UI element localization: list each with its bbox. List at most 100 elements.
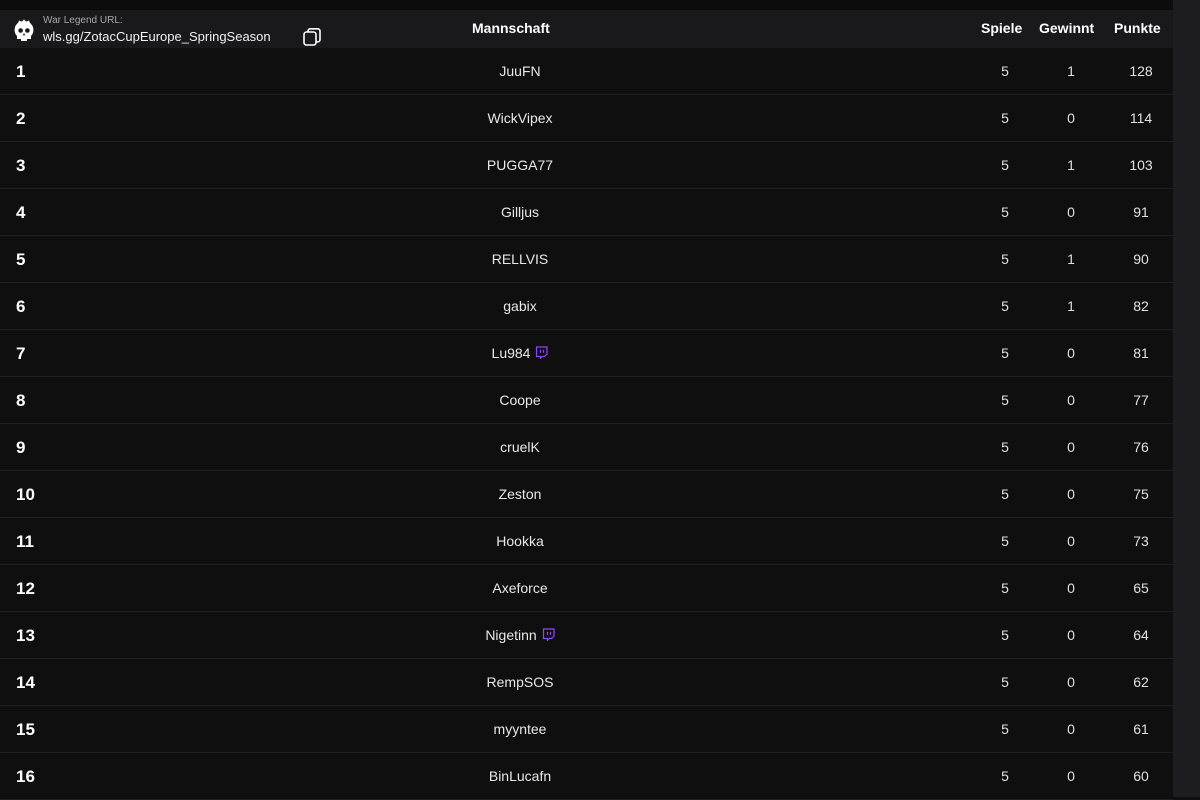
- table-row[interactable]: 14 RempSOS 5 0 62: [0, 659, 1173, 706]
- team-name[interactable]: Coope: [499, 392, 540, 408]
- team-name[interactable]: JuuFN: [499, 63, 540, 79]
- rank-cell: 13: [16, 626, 35, 645]
- team-name[interactable]: Nigetinn: [485, 627, 536, 643]
- leaderboard-table: War Legend URL: wls.gg/ZotacCupEurope_Sp…: [0, 10, 1173, 800]
- team-name[interactable]: PUGGA77: [487, 157, 553, 173]
- twitch-icon[interactable]: [542, 628, 555, 642]
- team-cell[interactable]: Zeston: [420, 486, 620, 502]
- games-cell: 5: [1001, 674, 1009, 690]
- team-name[interactable]: Lu984: [492, 345, 531, 361]
- wins-cell: 0: [1067, 627, 1075, 643]
- team-name[interactable]: BinLucafn: [489, 768, 551, 784]
- games-cell: 5: [1001, 298, 1009, 314]
- points-cell: 77: [1133, 392, 1149, 408]
- rank-cell: 9: [16, 438, 26, 457]
- wins-cell: 0: [1067, 768, 1075, 784]
- team-cell[interactable]: Hookka: [420, 533, 620, 549]
- table-row[interactable]: 8 Coope 5 0 77: [0, 377, 1173, 424]
- column-header-points[interactable]: Punkte: [1114, 20, 1161, 36]
- table-row[interactable]: 11 Hookka 5 0 73: [0, 518, 1173, 565]
- wins-cell: 0: [1067, 392, 1075, 408]
- wins-cell: 0: [1067, 533, 1075, 549]
- games-cell: 5: [1001, 533, 1009, 549]
- team-cell[interactable]: BinLucafn: [420, 768, 620, 784]
- rank-cell: 15: [16, 720, 35, 739]
- wins-cell: 0: [1067, 345, 1075, 361]
- points-cell: 61: [1133, 721, 1149, 737]
- rank-cell: 2: [16, 109, 26, 128]
- team-cell[interactable]: WickVipex: [420, 110, 620, 126]
- table-row[interactable]: 16 BinLucafn 5 0 60: [0, 753, 1173, 800]
- table-body: 1 JuuFN 5 1 128 2 WickVipex 5 0 114 3 PUGGA77 5 1 103 4…: [0, 48, 1173, 800]
- games-cell: 5: [1001, 110, 1009, 126]
- table-row[interactable]: 5 RELLVIS 5 1 90: [0, 236, 1173, 283]
- team-name[interactable]: myyntee: [494, 721, 547, 737]
- team-name[interactable]: WickVipex: [487, 110, 552, 126]
- wins-cell: 1: [1067, 157, 1075, 173]
- team-name[interactable]: Zeston: [499, 486, 542, 502]
- games-cell: 5: [1001, 392, 1009, 408]
- games-cell: 5: [1001, 721, 1009, 737]
- column-header-wins[interactable]: Gewinnt: [1039, 20, 1094, 36]
- team-cell[interactable]: Lu984: [420, 345, 620, 361]
- points-cell: 60: [1133, 768, 1149, 784]
- war-legend-url[interactable]: wls.gg/ZotacCupEurope_SpringSeason: [43, 29, 271, 44]
- rank-cell: 8: [16, 391, 26, 410]
- team-cell[interactable]: JuuFN: [420, 63, 620, 79]
- team-cell[interactable]: cruelK: [420, 439, 620, 455]
- points-cell: 81: [1133, 345, 1149, 361]
- copy-icon[interactable]: [302, 27, 322, 47]
- games-cell: 5: [1001, 204, 1009, 220]
- wins-cell: 0: [1067, 439, 1075, 455]
- wins-cell: 0: [1067, 580, 1075, 596]
- games-cell: 5: [1001, 345, 1009, 361]
- table-row[interactable]: 4 Gilljus 5 0 91: [0, 189, 1173, 236]
- top-strip: [0, 0, 1200, 10]
- table-row[interactable]: 7 Lu984 5 0 81: [0, 330, 1173, 377]
- points-cell: 73: [1133, 533, 1149, 549]
- team-cell[interactable]: Coope: [420, 392, 620, 408]
- rank-cell: 12: [16, 579, 35, 598]
- table-row[interactable]: 15 myyntee 5 0 61: [0, 706, 1173, 753]
- table-row[interactable]: 6 gabix 5 1 82: [0, 283, 1173, 330]
- team-name[interactable]: Gilljus: [501, 204, 539, 220]
- column-header-games[interactable]: Spiele: [981, 20, 1022, 36]
- wins-cell: 0: [1067, 110, 1075, 126]
- points-cell: 128: [1129, 63, 1153, 79]
- team-cell[interactable]: RELLVIS: [420, 251, 620, 267]
- table-row[interactable]: 12 Axeforce 5 0 65: [0, 565, 1173, 612]
- table-row[interactable]: 2 WickVipex 5 0 114: [0, 95, 1173, 142]
- table-row[interactable]: 9 cruelK 5 0 76: [0, 424, 1173, 471]
- rank-cell: 16: [16, 767, 35, 786]
- rank-cell: 1: [16, 62, 26, 81]
- points-cell: 82: [1133, 298, 1149, 314]
- table-row[interactable]: 3 PUGGA77 5 1 103: [0, 142, 1173, 189]
- team-name[interactable]: Hookka: [496, 533, 543, 549]
- twitch-icon[interactable]: [535, 346, 549, 360]
- table-row[interactable]: 10 Zeston 5 0 75: [0, 471, 1173, 518]
- table-row[interactable]: 13 Nigetinn 5 0 64: [0, 612, 1173, 659]
- wins-cell: 1: [1067, 63, 1075, 79]
- rank-cell: 3: [16, 156, 26, 175]
- team-cell[interactable]: RempSOS: [420, 674, 620, 690]
- war-legend-url-label: War Legend URL:: [43, 15, 123, 26]
- team-cell[interactable]: Nigetinn: [420, 627, 620, 643]
- column-header-team[interactable]: Mannschaft: [472, 20, 550, 36]
- team-cell[interactable]: Gilljus: [420, 204, 620, 220]
- team-name[interactable]: Axeforce: [492, 580, 547, 596]
- team-name[interactable]: cruelK: [500, 439, 540, 455]
- games-cell: 5: [1001, 768, 1009, 784]
- team-cell[interactable]: PUGGA77: [420, 157, 620, 173]
- team-name[interactable]: gabix: [503, 298, 536, 314]
- team-name[interactable]: RELLVIS: [492, 251, 549, 267]
- games-cell: 5: [1001, 486, 1009, 502]
- points-cell: 65: [1133, 580, 1149, 596]
- team-cell[interactable]: myyntee: [420, 721, 620, 737]
- team-cell[interactable]: gabix: [420, 298, 620, 314]
- wins-cell: 0: [1067, 486, 1075, 502]
- team-cell[interactable]: Axeforce: [420, 580, 620, 596]
- rank-cell: 4: [16, 203, 26, 222]
- table-row[interactable]: 1 JuuFN 5 1 128: [0, 48, 1173, 95]
- wins-cell: 1: [1067, 298, 1075, 314]
- team-name[interactable]: RempSOS: [487, 674, 554, 690]
